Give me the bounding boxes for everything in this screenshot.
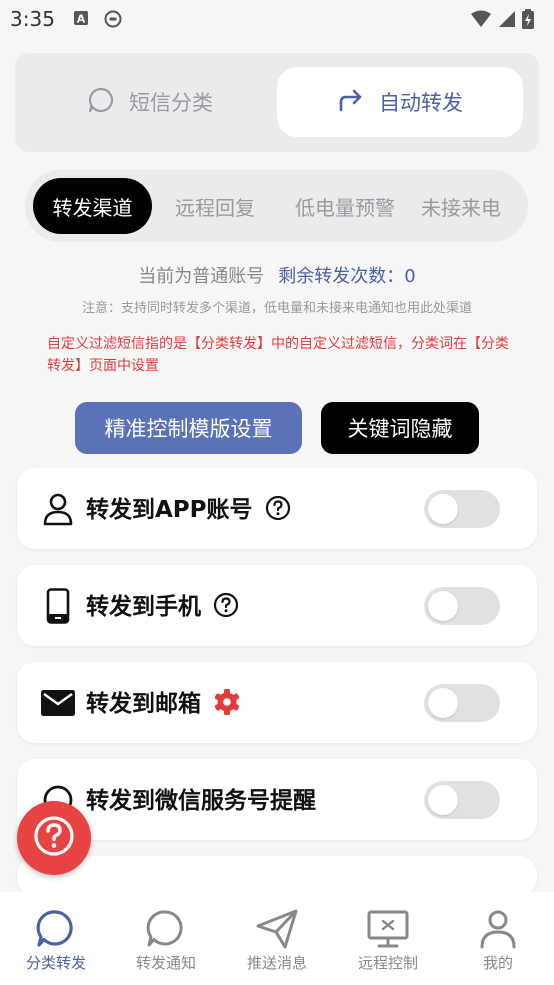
- channel-note: 注意：支持同时转发多个渠道，低电量和未接来电通知也用此处渠道: [81, 301, 472, 316]
- nav-remote-control[interactable]: 远程控制: [333, 906, 443, 973]
- channel-card-app: 转发到APP账号: [17, 468, 537, 549]
- bottom-navigation: 分类转发 转发通知 推送消息 远程控制 我的: [0, 892, 554, 985]
- channel-card-email: 转发到邮箱: [17, 662, 537, 743]
- auto-forward-label: 自动转发: [379, 91, 463, 115]
- nav-label: 我的: [482, 954, 513, 972]
- template-settings-button[interactable]: 精准控制模版设置: [75, 402, 302, 454]
- monitor-icon: [333, 906, 443, 952]
- gear-icon[interactable]: [213, 688, 241, 722]
- channel-card-partial: [17, 856, 537, 896]
- sms-category-label: 短信分类: [129, 91, 213, 115]
- channel-card-wechat: 转发到微信服务号提醒: [17, 759, 537, 840]
- nav-push-message[interactable]: 推送消息: [222, 906, 332, 973]
- battery-icon: [522, 9, 534, 33]
- channel-title: 转发到微信服务号提醒: [86, 788, 316, 814]
- chat-bubble-icon: [87, 86, 115, 119]
- nav-profile[interactable]: 我的: [443, 906, 553, 973]
- chat-bubble-icon: [1, 906, 111, 952]
- tab-low-battery-alert[interactable]: 低电量预警: [277, 178, 413, 234]
- nav-label: 分类转发: [25, 954, 86, 972]
- mail-icon: [41, 686, 75, 720]
- email-forward-toggle[interactable]: [424, 684, 500, 722]
- channel-title: 转发到手机: [86, 594, 201, 620]
- help-fab-button[interactable]: [17, 801, 91, 875]
- sms-category-tab[interactable]: 短信分类: [30, 67, 270, 137]
- phone-icon: [41, 588, 75, 624]
- channel-title-wrap: 转发到APP账号: [86, 490, 291, 527]
- hide-keywords-button[interactable]: 关键词隐藏: [321, 402, 479, 454]
- app-forward-toggle[interactable]: [424, 490, 500, 528]
- channel-title-wrap: 转发到邮箱: [86, 684, 241, 722]
- toggle-knob: [428, 591, 458, 621]
- account-type: 当前为普通账号: [138, 266, 265, 287]
- nav-label: 远程控制: [357, 954, 418, 972]
- message-notification-icon: [104, 10, 122, 32]
- toggle-knob: [428, 785, 458, 815]
- channel-card-phone: 转发到手机: [17, 565, 537, 646]
- channel-title: 转发到APP账号: [86, 497, 253, 523]
- phone-forward-toggle[interactable]: [424, 587, 500, 625]
- status-bar: 3:35 A: [0, 0, 554, 40]
- filter-note: 自定义过滤短信指的是【分类转发】中的自定义过滤短信，分类词在【分类转发】页面中设…: [47, 336, 509, 374]
- help-icon[interactable]: [265, 495, 291, 527]
- nav-sms-category[interactable]: 分类转发: [1, 906, 111, 973]
- mode-switch: 短信分类 自动转发: [15, 53, 539, 152]
- nav-label: 推送消息: [246, 954, 307, 972]
- toggle-knob: [428, 688, 458, 718]
- channel-title-wrap: 转发到手机: [86, 587, 239, 624]
- question-icon: [32, 814, 76, 862]
- help-icon[interactable]: [213, 592, 239, 624]
- send-icon: [222, 906, 332, 952]
- tab-forward-channel[interactable]: 转发渠道: [33, 178, 152, 234]
- auto-forward-tab[interactable]: 自动转发: [277, 67, 523, 137]
- nav-forward-notify[interactable]: 转发通知: [111, 906, 221, 973]
- tab-remote-reply[interactable]: 远程回复: [157, 178, 273, 234]
- toggle-knob: [428, 494, 458, 524]
- signal-icon: [498, 10, 516, 32]
- nav-label: 转发通知: [135, 954, 196, 972]
- forward-tabs: 转发渠道 远程回复 低电量预警 未接来电: [25, 170, 528, 242]
- channel-title-wrap: 转发到微信服务号提醒: [86, 781, 316, 815]
- svg-text:A: A: [77, 13, 86, 26]
- wechat-forward-toggle[interactable]: [424, 781, 500, 819]
- channel-title: 转发到邮箱: [86, 691, 201, 717]
- wifi-icon: [470, 10, 492, 32]
- chat-bubble-icon: [111, 906, 221, 952]
- account-info: 当前为普通账号 剩余转发次数：0: [0, 262, 554, 288]
- forward-arrow-icon: [337, 86, 365, 119]
- status-time: 3:35: [10, 7, 55, 31]
- user-icon: [41, 492, 75, 526]
- text-notification-icon: A: [73, 10, 89, 30]
- tab-missed-call[interactable]: 未接来电: [413, 178, 509, 234]
- profile-icon: [443, 906, 553, 952]
- remaining-count: 0: [404, 266, 416, 287]
- remaining-label: 剩余转发次数：: [278, 266, 405, 287]
